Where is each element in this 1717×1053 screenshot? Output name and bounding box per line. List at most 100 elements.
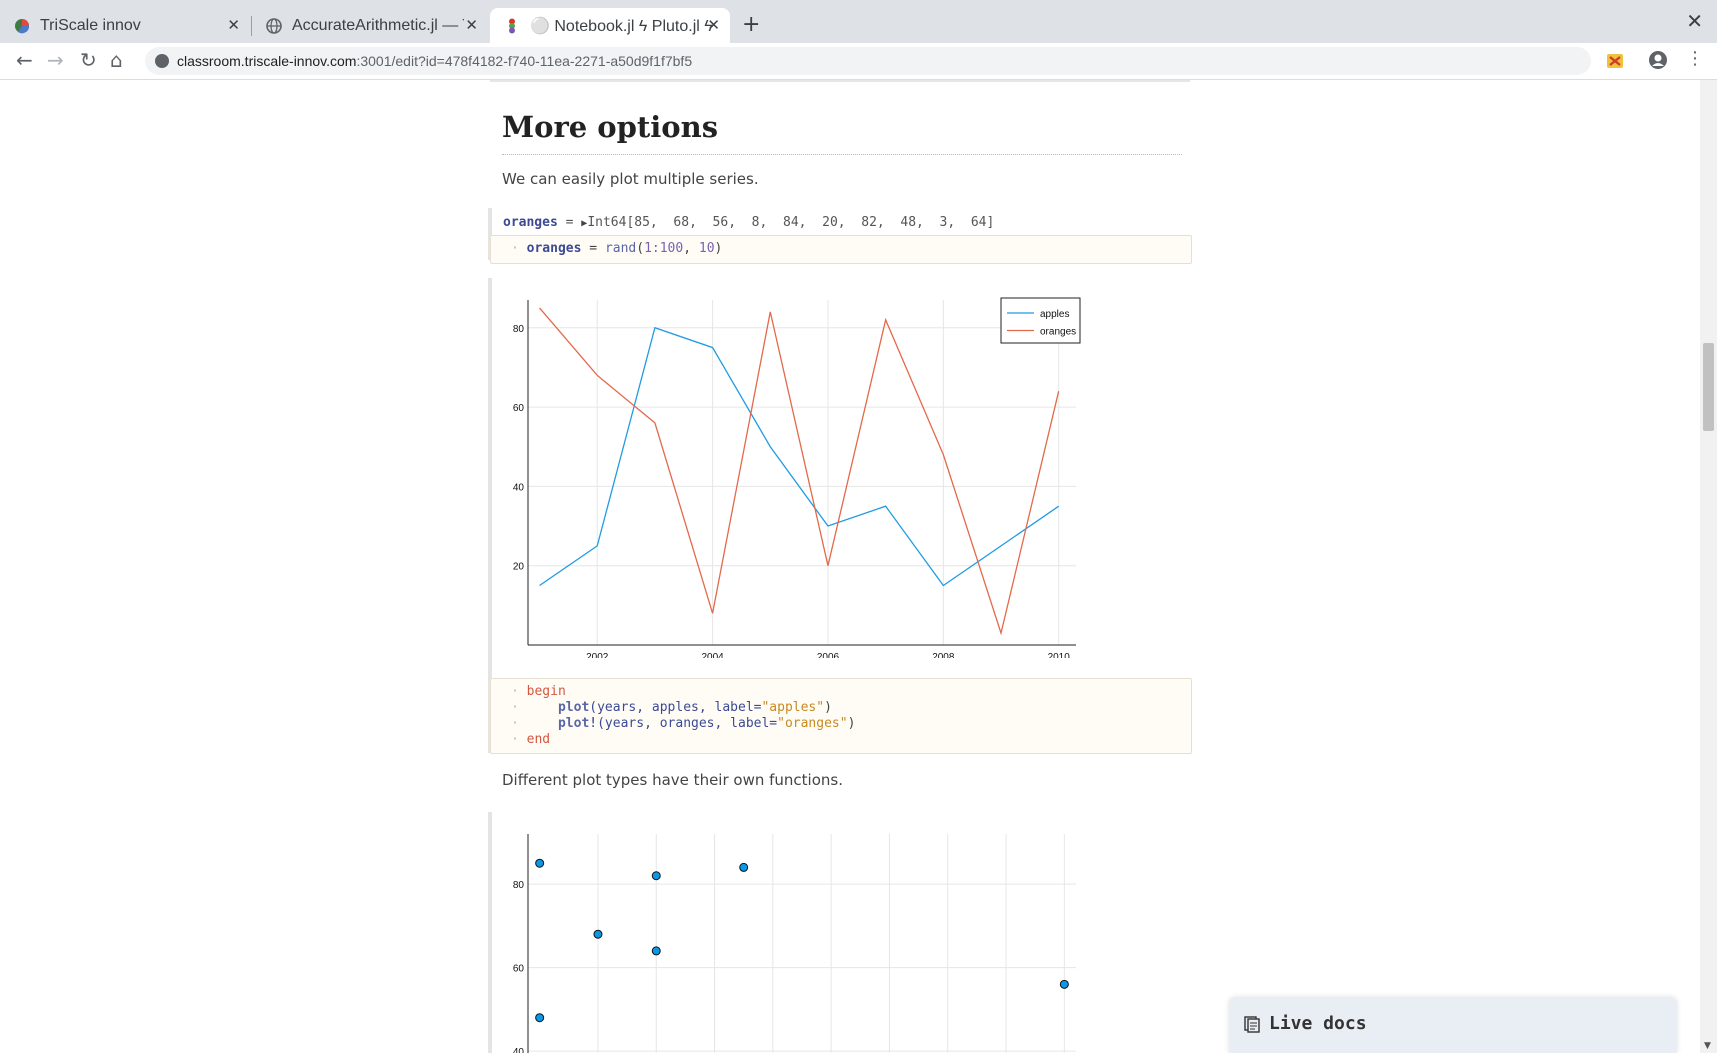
code-paren: ) <box>714 241 723 256</box>
y-tick-label: 60 <box>513 964 525 975</box>
oranges-output: oranges = ▶Int64[85, 68, 56, 8, 84, 20, … <box>503 215 994 230</box>
close-tab-icon[interactable]: ✕ <box>465 16 478 34</box>
tab-title: TriScale innov <box>40 16 141 34</box>
y-tick-label: 80 <box>513 880 525 891</box>
globe-icon <box>266 17 282 34</box>
url-host: classroom.triscale-innov.com <box>177 53 357 69</box>
site-info-icon[interactable] <box>155 54 169 68</box>
code-line: · plot(years, apples, label="apples") <box>511 700 855 716</box>
code-fn: rand <box>604 241 637 256</box>
scatter-point <box>651 871 661 881</box>
code-comma: , <box>683 241 699 256</box>
code-string: "apples" <box>761 700 825 715</box>
x-tick-label: 2004 <box>701 652 724 658</box>
code-keyword: begin <box>526 684 566 699</box>
line-dot: · <box>511 700 519 715</box>
reload-icon[interactable]: ↻ <box>80 48 97 72</box>
code-line: · plot!(years, oranges, label="oranges") <box>511 716 855 732</box>
x-tick-label: 2006 <box>817 652 840 658</box>
scatter-point <box>535 1013 545 1023</box>
scatter-chart: 40 60 80 <box>513 834 1076 1053</box>
home-icon[interactable]: ⌂ <box>110 48 123 72</box>
scatter-point <box>651 946 661 956</box>
extension-icon[interactable] <box>1605 51 1625 75</box>
y-tick-label: 20 <box>513 562 525 573</box>
line-dot: · <box>511 716 519 731</box>
y-tick-label: 80 <box>513 324 525 335</box>
live-docs-label: Live docs <box>1269 1013 1367 1034</box>
output-eq: = <box>557 215 582 230</box>
triscale-favicon-icon <box>14 18 30 34</box>
close-tab-icon[interactable]: ✕ <box>227 16 240 34</box>
tab-triscale[interactable]: TriScale innov ✕ <box>0 8 250 43</box>
code-string: "oranges" <box>777 716 848 731</box>
line-dot: · <box>511 684 519 699</box>
code-line: · end <box>511 732 855 748</box>
tab-title: AccurateArithmetic.jl — T <box>292 16 464 34</box>
series-line-apples <box>539 326 1060 587</box>
code-var: oranges <box>526 241 582 256</box>
page-scrollbar[interactable]: ▼ <box>1700 80 1717 1053</box>
oranges-code-editor[interactable]: · oranges = rand(1:100, 10) <box>490 235 1192 264</box>
code-args: (years, apples, label= <box>589 700 762 715</box>
intro-paragraph: We can easily plot multiple series. <box>502 170 759 188</box>
line-chart: 2002 2004 2006 2008 2010 20 40 60 80 apples orange… <box>513 297 1081 658</box>
scatter-point <box>593 929 603 939</box>
code-paren: ) <box>824 700 832 715</box>
code-line: · begin <box>511 684 855 700</box>
tab-accuratearithmetic[interactable]: AccurateArithmetic.jl — T ✕ <box>252 8 488 43</box>
output-values: [85, 68, 56, 8, 84, 20, 82, 48, 3, 64] <box>626 215 995 230</box>
scatter-point <box>739 862 749 872</box>
scatter-cell: 40 60 80 <box>488 812 1195 1053</box>
legend-label: oranges <box>1040 327 1076 338</box>
forward-icon[interactable]: → <box>47 48 64 72</box>
y-tick-label: 40 <box>513 482 525 493</box>
y-tick-label: 60 <box>513 403 525 414</box>
x-tick-label: 2002 <box>586 652 609 658</box>
code-args: (years, oranges, label= <box>597 716 778 731</box>
code-num: 10 <box>698 241 715 256</box>
y-tick-label: 40 <box>513 1047 525 1053</box>
legend: apples oranges <box>1000 297 1081 344</box>
scatter-point <box>1059 979 1069 989</box>
tab-notebook[interactable]: ⚪ Notebook.jl ϟ Pluto.jl ϟ ✕ <box>490 8 730 43</box>
code-paren: ( <box>636 241 645 256</box>
url-path: :3001/edit?id=478f4182-f740-11ea-2271-a5… <box>356 53 693 69</box>
scroll-down-arrow-icon[interactable]: ▼ <box>1704 1041 1711 1051</box>
live-docs-panel[interactable]: Live docs <box>1229 997 1677 1053</box>
code-fn: plot <box>557 700 590 715</box>
line-dot: · <box>511 732 519 747</box>
line-dot: · <box>511 241 519 256</box>
code-keyword: end <box>526 732 551 747</box>
notebook-page: More options We can easily plot multiple… <box>0 80 1700 1053</box>
x-tick-label: 2010 <box>1048 652 1071 658</box>
legend-label: apples <box>1040 309 1069 320</box>
browser-toolbar: ← → ↻ ⌂ classroom.triscale-innov.com:300… <box>0 43 1717 80</box>
new-tab-icon[interactable]: + <box>742 12 760 37</box>
divider <box>490 80 1190 82</box>
code-fn: plot! <box>557 716 598 731</box>
scatter-point <box>535 858 545 868</box>
live-docs-icon <box>1243 1015 1261 1037</box>
code-eq: = <box>581 241 605 256</box>
paragraph-plot-types: Different plot types have their own func… <box>502 771 843 789</box>
output-var: oranges <box>503 215 558 230</box>
url-text: classroom.triscale-innov.com:3001/edit?i… <box>177 53 692 69</box>
code-paren: ) <box>847 716 856 731</box>
menu-icon[interactable]: ⋮ <box>1686 48 1704 69</box>
code-range: 1:100 <box>644 241 684 256</box>
tab-strip: TriScale innov ✕ AccurateArithmetic.jl —… <box>0 0 1717 43</box>
code-line: · oranges = rand(1:100, 10) <box>511 241 722 257</box>
profile-icon[interactable] <box>1648 50 1668 74</box>
close-tab-icon[interactable]: ✕ <box>707 16 720 34</box>
x-tick-label: 2008 <box>932 652 955 658</box>
scrollbar-thumb[interactable] <box>1703 343 1714 431</box>
plot-code-editor[interactable]: · begin · plot(years, apples, label="app… <box>490 678 1192 754</box>
window-close-icon[interactable]: ✕ <box>1686 9 1703 33</box>
back-icon[interactable]: ← <box>16 48 33 72</box>
address-bar[interactable]: classroom.triscale-innov.com:3001/edit?i… <box>145 47 1591 75</box>
output-type: Int64 <box>587 215 627 230</box>
code-block: · begin · plot(years, apples, label="app… <box>511 684 855 748</box>
pluto-favicon-icon <box>504 18 520 34</box>
tab-title: ⚪ Notebook.jl ϟ Pluto.jl ϟ <box>530 17 713 35</box>
